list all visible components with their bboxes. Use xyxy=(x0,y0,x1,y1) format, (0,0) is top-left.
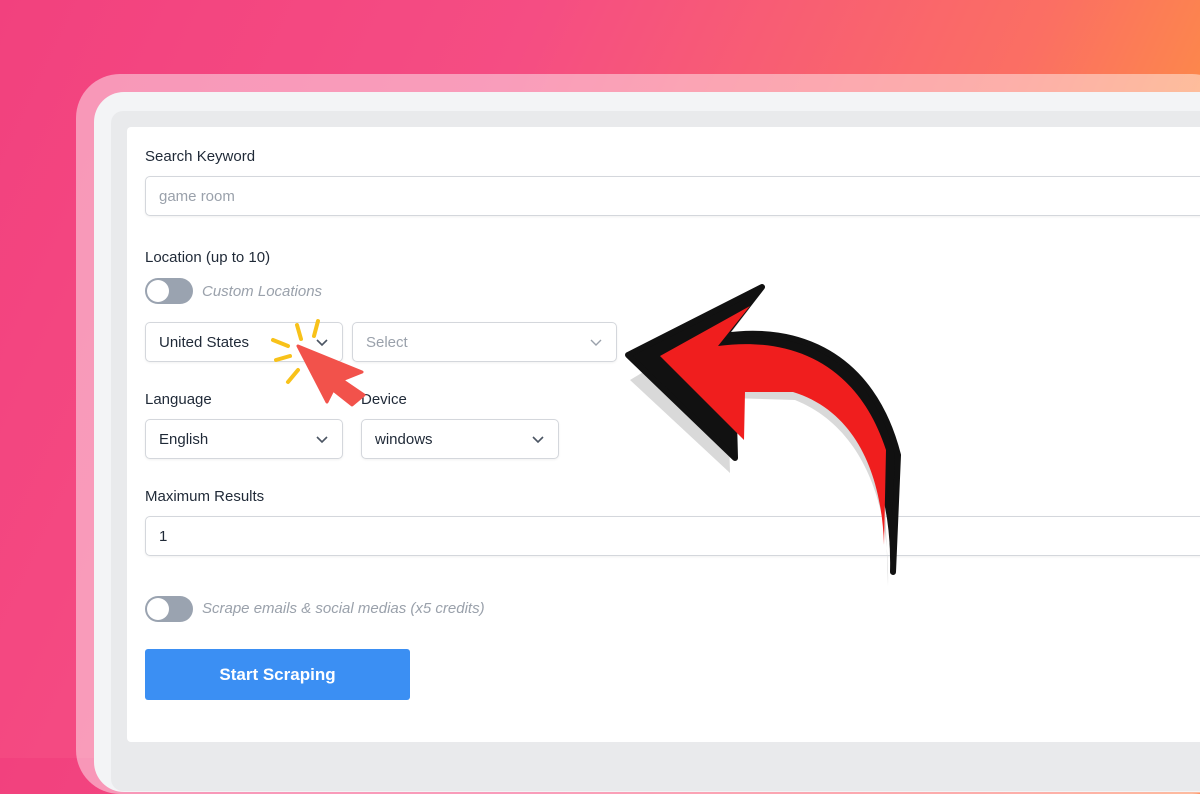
language-select[interactable]: English xyxy=(145,419,343,459)
chevron-down-icon xyxy=(316,436,328,444)
region-select-placeholder: Select xyxy=(366,333,408,351)
custom-locations-label: Custom Locations xyxy=(202,283,323,300)
max-results-label: Maximum Results xyxy=(145,488,265,505)
max-results-value: 1 xyxy=(159,527,168,545)
max-results-input[interactable]: 1 xyxy=(145,516,1200,556)
search-keyword-label: Search Keyword xyxy=(145,148,256,165)
country-select-value: United States xyxy=(159,333,250,351)
country-select[interactable]: United States xyxy=(145,322,343,362)
scrape-emails-toggle[interactable] xyxy=(145,596,193,622)
toggle-knob xyxy=(147,280,169,302)
custom-locations-toggle[interactable] xyxy=(145,278,193,304)
device-select[interactable]: windows xyxy=(361,419,559,459)
chevron-down-icon xyxy=(532,436,544,444)
device-label: Device xyxy=(361,391,407,408)
search-keyword-placeholder: game room xyxy=(159,187,235,205)
search-keyword-input[interactable]: game room xyxy=(145,176,1200,216)
region-select[interactable]: Select xyxy=(352,322,617,362)
device-select-value: windows xyxy=(375,430,433,448)
chevron-down-icon xyxy=(590,339,602,346)
language-select-value: English xyxy=(159,430,209,448)
scrape-emails-label: Scrape emails & social medias (x5 credit… xyxy=(202,600,485,617)
location-label: Location (up to 10) xyxy=(145,249,271,266)
chevron-down-icon xyxy=(316,339,328,347)
language-label: Language xyxy=(145,391,212,408)
start-scraping-button[interactable]: Start Scraping xyxy=(145,649,410,700)
toggle-knob xyxy=(147,598,169,620)
